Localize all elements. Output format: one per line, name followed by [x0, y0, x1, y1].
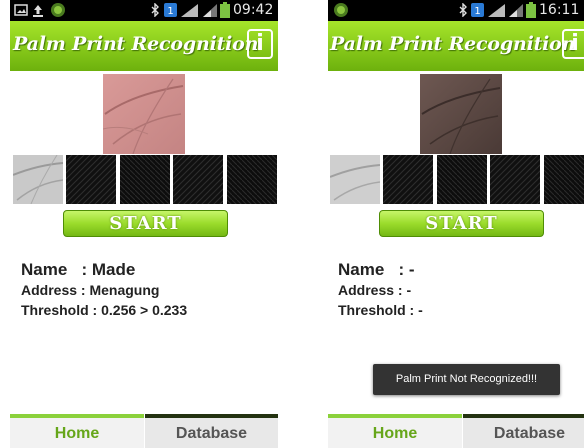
name-line: Name : -	[338, 260, 415, 279]
not-recognized-toast: Palm Print Not Recognized!!!	[373, 364, 560, 395]
bluetooth-icon	[151, 3, 159, 17]
filtered-palm-thumbnail-4	[544, 155, 584, 204]
tab-home[interactable]: Home	[10, 414, 144, 448]
address-line: Address : -	[338, 282, 412, 298]
start-button[interactable]: START	[379, 210, 544, 237]
notification-badge-icon: 1	[471, 3, 484, 17]
status-time: 16:11	[539, 2, 580, 18]
app-title-bar: Palm Print Recognition i	[10, 21, 278, 71]
info-button[interactable]: i	[562, 29, 584, 59]
start-button[interactable]: START	[63, 210, 228, 237]
wifi-signal-icon	[488, 4, 505, 17]
palm-photo	[420, 74, 502, 154]
filtered-palm-thumbnail-1	[66, 155, 116, 204]
cell-signal-icon	[203, 4, 217, 17]
phone-screen-recognized: 1 09:42 Palm Print Recognition i START N…	[10, 0, 278, 448]
filtered-palm-thumbnail-3	[490, 155, 540, 204]
android-icon	[334, 3, 348, 17]
status-time: 09:42	[233, 2, 274, 18]
result-info: Name : Made Address : Menagung Threshold…	[21, 260, 187, 320]
status-bar: 1 09:42	[10, 0, 278, 21]
info-button[interactable]: i	[247, 29, 273, 59]
bluetooth-icon	[459, 3, 467, 17]
tab-database[interactable]: Database	[145, 414, 278, 448]
grayscale-palm-thumbnail	[13, 155, 63, 204]
battery-icon	[220, 2, 230, 18]
filtered-palm-thumbnail-4	[227, 155, 277, 204]
threshold-line: Threshold : 0.256 > 0.233	[21, 302, 188, 318]
filtered-palm-thumbnail-3	[173, 155, 223, 204]
threshold-line: Threshold : -	[338, 302, 423, 318]
bottom-tab-bar: Home Database	[328, 414, 584, 448]
app-title-bar: Palm Print Recognition i	[328, 21, 584, 71]
upload-icon	[33, 5, 43, 17]
info-icon: i	[256, 31, 264, 56]
wifi-signal-icon	[181, 4, 198, 17]
grayscale-palm-thumbnail	[330, 155, 380, 204]
tab-home[interactable]: Home	[328, 414, 462, 448]
app-title: Palm Print Recognition	[13, 33, 259, 55]
app-title: Palm Print Recognition	[330, 33, 576, 55]
battery-icon	[526, 2, 536, 18]
filtered-palm-thumbnail-2	[120, 155, 170, 204]
notification-badge-icon: 1	[164, 3, 177, 17]
name-line: Name : Made	[21, 260, 136, 279]
result-info: Name : - Address : - Threshold : -	[338, 260, 423, 320]
cell-signal-icon	[509, 4, 523, 17]
info-icon: i	[571, 31, 579, 56]
palm-photo	[103, 74, 185, 154]
filtered-palm-thumbnail-1	[383, 155, 433, 204]
filtered-palm-thumbnail-2	[437, 155, 487, 204]
svg-text:1: 1	[167, 6, 173, 17]
address-line: Address : Menagung	[21, 282, 160, 298]
screenshot-icon	[14, 4, 28, 16]
bottom-tab-bar: Home Database	[10, 414, 278, 448]
status-bar: 1 16:11	[328, 0, 584, 21]
android-icon	[51, 3, 65, 17]
phone-screen-not-recognized: 1 16:11 Palm Print Recognition i START N…	[328, 0, 584, 448]
svg-text:1: 1	[474, 6, 480, 17]
tab-database[interactable]: Database	[463, 414, 584, 448]
